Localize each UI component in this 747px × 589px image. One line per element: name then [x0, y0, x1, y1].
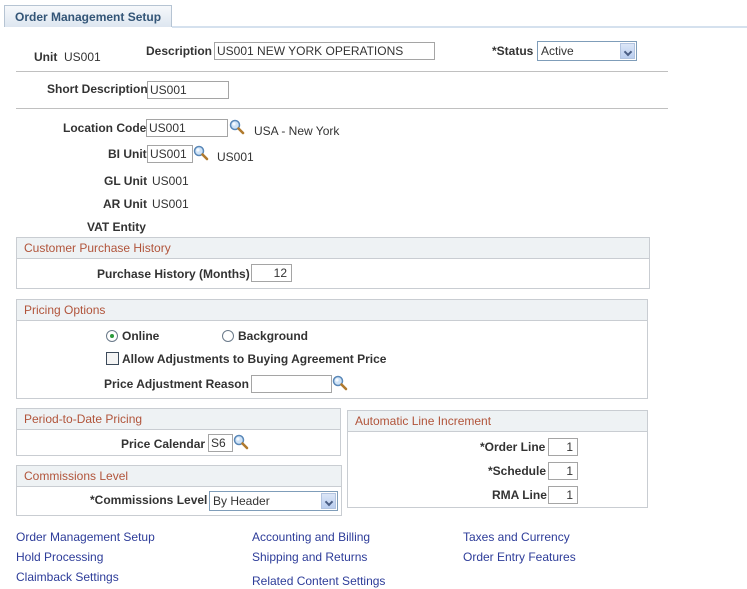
price-calendar-label: Price Calendar — [121, 437, 206, 451]
search-lookup-icon[interactable] — [332, 375, 348, 391]
location-code-label: Location Code — [63, 121, 147, 135]
link-order-management-setup[interactable]: Order Management Setup — [16, 530, 155, 544]
chevron-down-icon[interactable] — [321, 493, 336, 509]
rma-line-input[interactable]: 1 — [548, 486, 578, 504]
price-calendar-input[interactable]: S6 — [208, 434, 233, 452]
group-title: Automatic Line Increment — [348, 411, 647, 432]
link-taxes-and-currency[interactable]: Taxes and Currency — [463, 530, 570, 544]
ar-unit-label: AR Unit — [103, 197, 147, 211]
link-hold-processing[interactable]: Hold Processing — [16, 550, 103, 564]
schedule-input[interactable]: 1 — [548, 462, 578, 480]
commissions-level-select[interactable]: By Header — [209, 491, 338, 511]
tab-underline — [172, 26, 747, 28]
rma-line-label: RMA Line — [492, 488, 547, 502]
location-code-input[interactable]: US001 — [146, 119, 228, 137]
unit-value: US001 — [64, 50, 101, 64]
customer-purchase-history-group: Customer Purchase History — [16, 237, 650, 289]
location-code-description: USA - New York — [254, 124, 340, 138]
link-shipping-and-returns[interactable]: Shipping and Returns — [252, 550, 367, 564]
bi-unit-description: US001 — [217, 150, 254, 164]
ar-unit-value: US001 — [152, 197, 189, 211]
description-input[interactable]: US001 NEW YORK OPERATIONS — [214, 42, 435, 60]
radio-online-label: Online — [122, 329, 160, 343]
link-accounting-and-billing[interactable]: Accounting and Billing — [252, 530, 370, 544]
group-title: Customer Purchase History — [17, 238, 649, 259]
purchase-history-months-input[interactable]: 12 — [251, 264, 292, 282]
tab-order-management-setup[interactable]: Order Management Setup — [4, 5, 173, 27]
search-lookup-icon[interactable] — [229, 119, 245, 135]
gl-unit-value: US001 — [152, 174, 189, 188]
group-title: Pricing Options — [17, 300, 647, 321]
order-line-input[interactable]: 1 — [548, 438, 578, 456]
order-line-label: *Order Line — [480, 440, 546, 454]
search-lookup-icon[interactable] — [233, 434, 249, 450]
status-select-value: Active — [541, 44, 574, 58]
purchase-history-months-label: Purchase History (Months) — [97, 267, 250, 281]
link-order-entry-features[interactable]: Order Entry Features — [463, 550, 576, 564]
price-adjustment-reason-input[interactable] — [251, 375, 332, 393]
group-title: Period-to-Date Pricing — [17, 409, 340, 430]
unit-label: Unit — [34, 50, 58, 64]
status-select[interactable]: Active — [537, 41, 637, 61]
allow-adjustments-label: Allow Adjustments to Buying Agreement Pr… — [122, 352, 387, 366]
price-adjustment-reason-label: Price Adjustment Reason — [104, 377, 249, 391]
description-label: Description — [146, 44, 213, 58]
bi-unit-label: BI Unit — [108, 147, 147, 161]
chevron-down-icon[interactable] — [620, 43, 635, 59]
short-description-input[interactable]: US001 — [147, 81, 229, 99]
divider — [16, 71, 668, 72]
link-claimback-settings[interactable]: Claimback Settings — [16, 570, 119, 584]
commissions-level-select-value: By Header — [213, 494, 270, 508]
radio-online[interactable] — [106, 330, 118, 342]
schedule-label: *Schedule — [488, 464, 547, 478]
radio-background-label: Background — [238, 329, 309, 343]
divider — [16, 108, 668, 109]
vat-entity-label: VAT Entity — [87, 220, 146, 234]
gl-unit-label: GL Unit — [104, 174, 148, 188]
bi-unit-input[interactable]: US001 — [147, 145, 193, 163]
search-lookup-icon[interactable] — [193, 145, 209, 161]
allow-adjustments-checkbox[interactable] — [106, 352, 119, 365]
status-label: *Status — [492, 44, 534, 58]
commissions-level-label: *Commissions Level — [90, 493, 208, 507]
link-related-content-settings[interactable]: Related Content Settings — [252, 574, 385, 588]
group-title: Commissions Level — [17, 466, 341, 487]
short-description-label: Short Description — [47, 82, 148, 96]
radio-background[interactable] — [222, 330, 234, 342]
